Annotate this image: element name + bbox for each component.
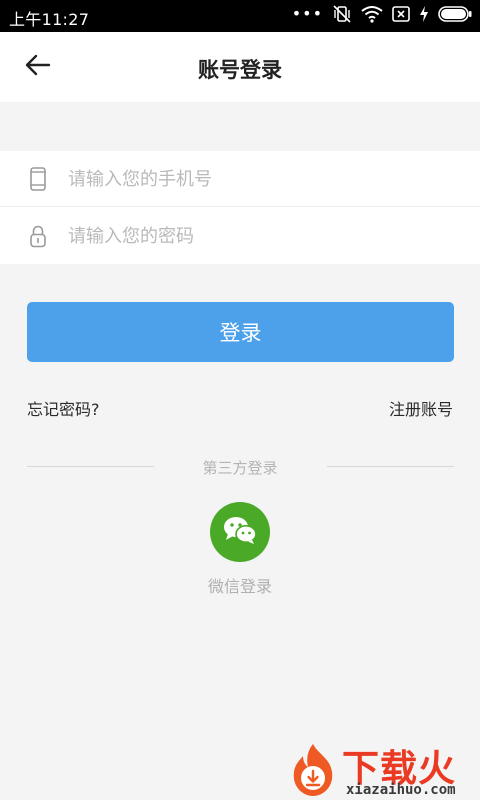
watermark-url: xiazaihuo.com <box>346 782 456 798</box>
battery-icon <box>438 6 472 26</box>
status-icons: ••• <box>292 5 472 27</box>
wechat-login-button[interactable] <box>210 502 270 562</box>
vibrate-off-icon <box>332 4 352 28</box>
wechat-icon <box>222 515 258 549</box>
page-title: 账号登录 <box>198 58 282 82</box>
phone-input[interactable] <box>68 161 448 197</box>
status-bar: 上午11:27 ••• <box>0 0 480 32</box>
no-sim-icon <box>392 6 410 26</box>
login-button[interactable]: 登录 <box>27 302 454 362</box>
forgot-password-link[interactable]: 忘记密码? <box>27 396 100 420</box>
password-input[interactable] <box>68 218 448 254</box>
lock-icon <box>27 224 49 248</box>
charging-icon <box>419 6 429 26</box>
notification-dots: ••• <box>291 4 323 23</box>
third-party-heading: 第三方登录 <box>202 459 278 477</box>
login-form <box>0 151 480 264</box>
phone-field-row <box>0 151 480 207</box>
register-link[interactable]: 注册账号 <box>389 396 453 420</box>
status-time: 上午11:27 <box>9 10 90 29</box>
phone-icon <box>27 167 49 191</box>
watermark: 下载火 xiazaihuo.com <box>284 736 480 800</box>
wechat-login-label[interactable]: 微信登录 <box>0 573 480 597</box>
password-field-row <box>0 208 480 264</box>
app-header: 账号登录 <box>0 32 480 102</box>
flame-logo-icon <box>288 742 338 800</box>
wifi-icon <box>361 5 383 27</box>
divider-right <box>327 466 454 467</box>
